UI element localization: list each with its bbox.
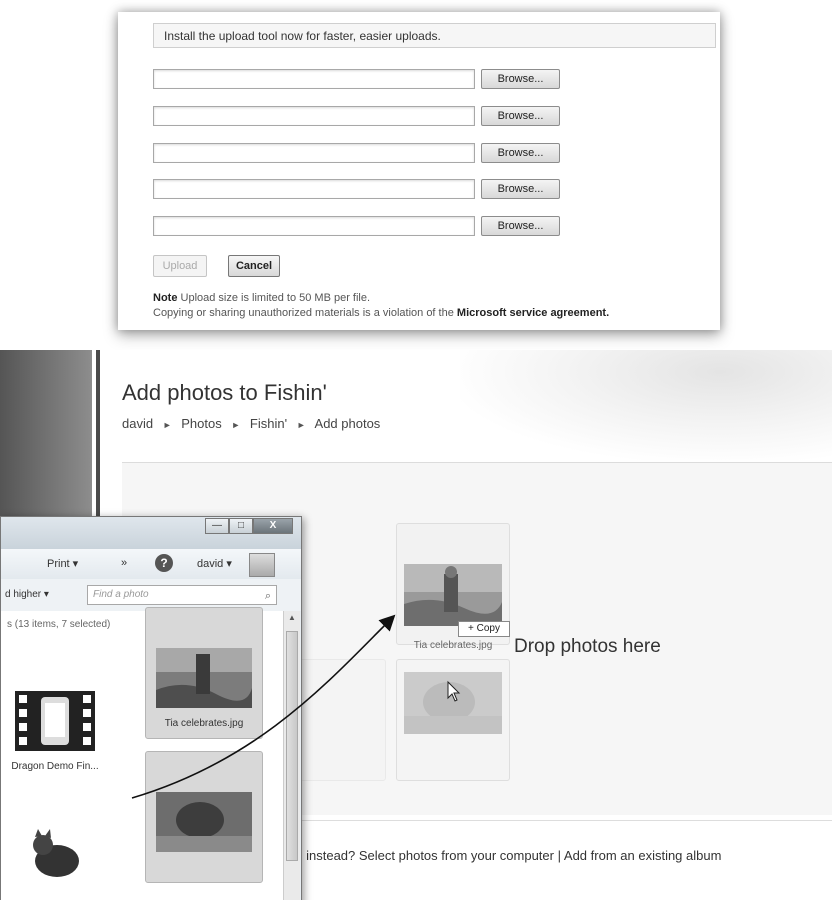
add-photos-screen: Add photos to Fishin' david ► Photos ► F… <box>0 350 832 900</box>
upload-note: Note Upload size is limited to 50 MB per… <box>153 291 723 321</box>
browse-button-1[interactable]: Browse... <box>481 69 560 89</box>
upload-button[interactable]: Upload <box>153 255 207 277</box>
drag-arrow-icon <box>131 614 461 799</box>
file-path-input-3[interactable] <box>153 143 475 163</box>
browse-button-2[interactable]: Browse... <box>481 106 560 126</box>
install-tool-banner[interactable]: Install the upload tool now for faster, … <box>153 23 716 48</box>
file-path-input-4[interactable] <box>153 179 475 199</box>
browse-button-5[interactable]: Browse... <box>481 216 560 236</box>
cancel-button[interactable]: Cancel <box>228 255 280 277</box>
file-path-input-2[interactable] <box>153 106 475 126</box>
file-row-5: Browse... <box>153 216 563 236</box>
browse-button-4[interactable]: Browse... <box>481 179 560 199</box>
file-row-4: Browse... <box>153 179 563 199</box>
file-path-input-5[interactable] <box>153 216 475 236</box>
note-text: Upload size is limited to 50 MB per file… <box>180 292 371 304</box>
file-row-2: Browse... <box>153 106 563 126</box>
upload-dialog: Install the upload tool now for faster, … <box>118 12 720 330</box>
file-path-input-1[interactable] <box>153 69 475 89</box>
agreement-text: Copying or sharing unauthorized material… <box>153 307 454 319</box>
service-agreement-link[interactable]: Microsoft service agreement. <box>457 307 609 319</box>
note-label: Note <box>153 292 178 304</box>
file-row-1: Browse... <box>153 69 563 89</box>
browse-button-3[interactable]: Browse... <box>481 143 560 163</box>
cursor-icon <box>447 680 461 702</box>
file-row-3: Browse... <box>153 143 563 163</box>
